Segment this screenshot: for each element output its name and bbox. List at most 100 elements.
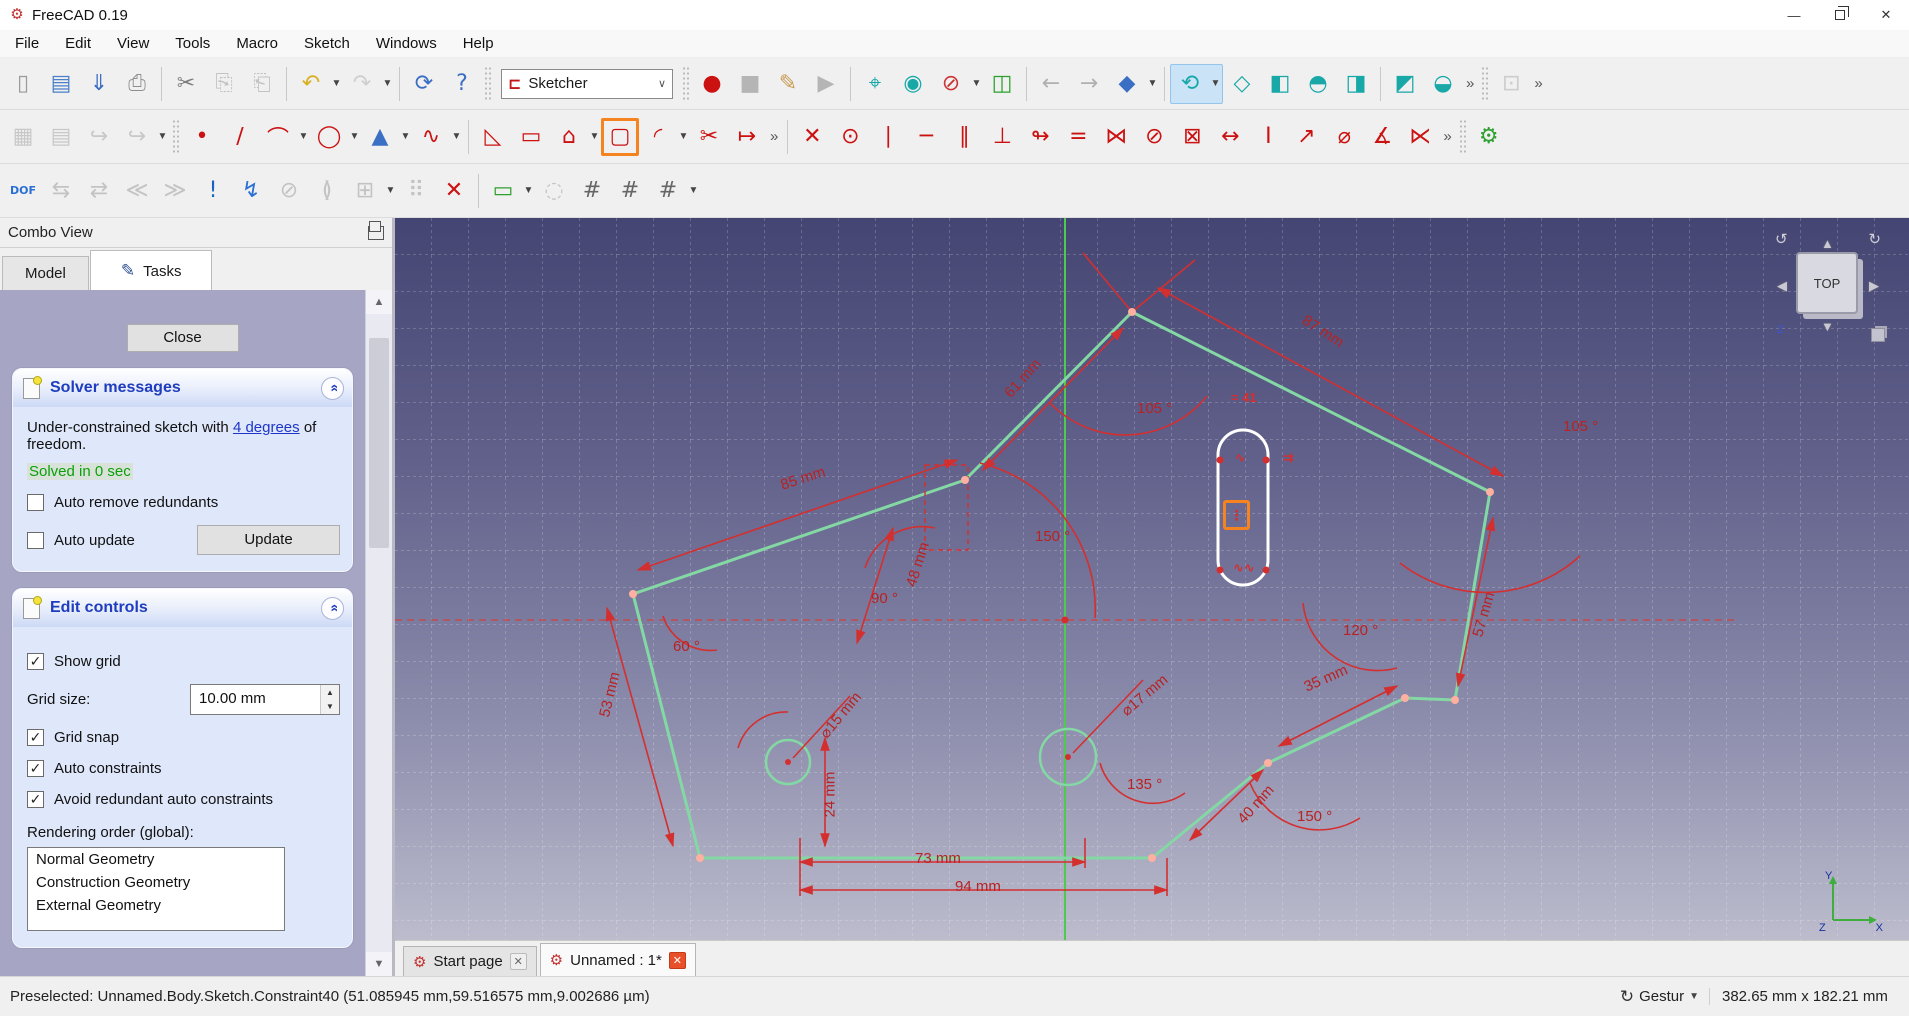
auto-update-checkbox[interactable] xyxy=(27,531,44,549)
select-associated-elements-icon[interactable]: ⇄ xyxy=(80,172,118,210)
create-bspline-icon[interactable]: ∿ xyxy=(412,118,450,156)
dimension-label[interactable]: 150 ° xyxy=(1035,528,1070,545)
create-line-icon[interactable]: ∕ xyxy=(221,118,259,156)
nav-arrow-right-icon[interactable]: ▶ xyxy=(1869,278,1879,294)
cut-icon[interactable]: ✂ xyxy=(167,65,205,103)
preselected-constraint-highlight[interactable]: ⋮ xyxy=(1223,500,1250,530)
view-home-icon[interactable]: ◆ xyxy=(1108,65,1146,103)
toolbar-drag-handle[interactable] xyxy=(172,118,180,155)
trim-edge-icon[interactable]: ✂ xyxy=(690,118,728,156)
restore-button[interactable] xyxy=(1817,0,1863,30)
spin-down-icon[interactable]: ▼ xyxy=(321,699,339,714)
undo-dropdown-icon[interactable]: ▼ xyxy=(330,78,343,89)
constrain-distance-icon[interactable]: ↗ xyxy=(1287,118,1325,156)
rotate-left-icon[interactable]: ↺ xyxy=(1775,230,1788,248)
paste-icon[interactable]: ⎗ xyxy=(243,65,281,103)
undo-icon[interactable]: ↶ xyxy=(292,65,330,103)
menu-macro[interactable]: Macro xyxy=(223,30,291,57)
close-window-button[interactable]: ✕ xyxy=(1863,0,1909,30)
open-file-icon[interactable]: ▤ xyxy=(42,65,80,103)
constrain-vertical-icon[interactable]: ∣ xyxy=(869,118,907,156)
internal-alignment-icon[interactable]: ⚙ xyxy=(1470,118,1508,156)
navcube-top-face[interactable]: TOP xyxy=(1796,252,1858,314)
auto-constraints-checkbox[interactable]: ✓ xyxy=(27,760,44,777)
constrain-coincident-icon[interactable]: ✕ xyxy=(793,118,831,156)
create-rectangle-icon[interactable]: ▭ xyxy=(512,118,550,156)
create-fillet-dropdown-icon[interactable]: ▼ xyxy=(677,131,690,142)
select-conflicting-constraints-icon[interactable]: ≫ xyxy=(156,172,194,210)
dimension-label[interactable]: 120 ° xyxy=(1343,622,1378,639)
create-polyline-icon[interactable]: ◺ xyxy=(474,118,512,156)
sync-view-icon[interactable]: ⟲ xyxy=(1171,65,1209,103)
float-panel-icon[interactable] xyxy=(368,220,384,240)
create-circle-icon[interactable]: ◯ xyxy=(310,118,348,156)
make-group-icon[interactable]: ▤ xyxy=(42,118,80,156)
constrain-horizontal-icon[interactable]: ─ xyxy=(907,118,945,156)
close-task-button[interactable]: Close xyxy=(126,324,239,352)
copy-icon[interactable]: ⎘ xyxy=(205,65,243,103)
dimension-label[interactable]: 150 ° xyxy=(1297,808,1332,825)
toolbar-overflow-button[interactable]: » xyxy=(766,128,782,145)
workbench-selector[interactable]: ⊏ Sketcher ∨ xyxy=(501,68,673,99)
toggle-construction-geometry-icon[interactable]: ▭ xyxy=(484,172,522,210)
view-fit-selection-icon[interactable]: ◉ xyxy=(894,65,932,103)
constrain-horizontal-distance-icon[interactable]: ↔ xyxy=(1211,118,1249,156)
view-sketch-icon[interactable]: ⊡ xyxy=(1492,65,1530,103)
grid-snap-checkbox[interactable]: ✓ xyxy=(27,729,44,746)
constrain-tangent-icon[interactable]: ↬ xyxy=(1021,118,1059,156)
nav-arrow-left-icon[interactable]: ◀ xyxy=(1777,278,1787,294)
rendering-order-list[interactable]: Normal Geometry Construction Geometry Exte… xyxy=(27,847,285,931)
constrain-equal-icon[interactable]: = xyxy=(1059,118,1097,156)
toggle-grid-icon[interactable]: # xyxy=(573,172,611,210)
document-tab-unnamed-1-[interactable]: ⚙ Unnamed : 1* ✕ xyxy=(539,943,696,976)
rendering-order-dropdown-icon[interactable]: ▼ xyxy=(687,185,700,196)
navigate-back-icon[interactable]: ← xyxy=(1032,65,1070,103)
toolbar-drag-handle[interactable] xyxy=(1458,118,1467,155)
toolbar-drag-handle[interactable] xyxy=(682,65,690,102)
menu-sketch[interactable]: Sketch xyxy=(291,30,363,57)
constrain-angle-icon[interactable]: ∡ xyxy=(1363,118,1401,156)
avoid-redundant-auto-constraints-checkbox[interactable]: ✓ xyxy=(27,791,44,808)
create-polygon-icon[interactable]: ⌂ xyxy=(550,118,588,156)
view-axonometric-icon[interactable]: ◇ xyxy=(1223,65,1261,103)
collapse-edit-controls-button[interactable]: » xyxy=(321,596,344,620)
close-tab-icon[interactable]: ✕ xyxy=(668,951,686,969)
spin-up-icon[interactable]: ▲ xyxy=(321,685,339,700)
scrollbar-thumb[interactable] xyxy=(369,338,389,548)
construction-circle-icon[interactable]: ◌ xyxy=(535,172,573,210)
navigation-cube[interactable]: ↺ ↻ ▲ ▼ ◀ ▶ TOP Z xyxy=(1769,230,1887,360)
create-arc-icon[interactable]: ⌒ xyxy=(259,118,297,156)
toolbar-overflow-button[interactable]: » xyxy=(1462,75,1478,92)
3d-viewport[interactable]: 61 mm 87 mm 105 ° = 41 105 ° 150 ° 48 mm 90 ° 85… xyxy=(395,218,1909,940)
create-bspline-dropdown-icon[interactable]: ▼ xyxy=(450,131,463,142)
macro-stop-icon[interactable]: ■ xyxy=(731,65,769,103)
create-fillet-icon[interactable]: ◜ xyxy=(639,118,677,156)
rendering-order-icon[interactable]: # xyxy=(649,172,687,210)
draw-style-dropdown-icon[interactable]: ▼ xyxy=(970,78,983,89)
save-file-icon[interactable]: ⇓ xyxy=(80,65,118,103)
tab-tasks[interactable]: ✎ Tasks xyxy=(89,250,213,291)
select-unconstrained-dof-icon[interactable]: DOF xyxy=(4,172,42,210)
constrain-snells-law-icon[interactable]: ⋉ xyxy=(1401,118,1439,156)
create-circle-dropdown-icon[interactable]: ▼ xyxy=(348,131,361,142)
dimension-label[interactable]: ⇉ xyxy=(1283,450,1294,466)
delete-all-constraints-icon[interactable]: ✕ xyxy=(435,172,473,210)
macro-edit-icon[interactable]: ✎ xyxy=(769,65,807,103)
print-icon[interactable]: ⎙ xyxy=(118,65,156,103)
dimension-label[interactable]: 105 ° xyxy=(1563,418,1598,435)
select-redundant-constraints-icon[interactable]: ≪ xyxy=(118,172,156,210)
make-link-icon[interactable]: ↪ xyxy=(80,118,118,156)
view-rear-icon[interactable]: ◩ xyxy=(1386,65,1424,103)
constrain-parallel-icon[interactable]: ∥ xyxy=(945,118,983,156)
navigate-forward-icon[interactable]: → xyxy=(1070,65,1108,103)
view-front-icon[interactable]: ◧ xyxy=(1261,65,1299,103)
macro-record-icon[interactable]: ● xyxy=(693,65,731,103)
constrain-symmetric-icon[interactable]: ⋈ xyxy=(1097,118,1135,156)
close-tab-icon[interactable]: ✕ xyxy=(509,953,527,970)
rendering-order-item[interactable]: Construction Geometry xyxy=(28,871,284,894)
toggle-snap-icon[interactable]: # xyxy=(611,172,649,210)
toolbar-overflow-button[interactable]: » xyxy=(1439,128,1455,145)
view-isometric-sphere-icon[interactable]: ◫ xyxy=(983,65,1021,103)
new-file-icon[interactable]: ▯ xyxy=(4,65,42,103)
rendering-order-item[interactable]: Normal Geometry xyxy=(28,848,284,871)
